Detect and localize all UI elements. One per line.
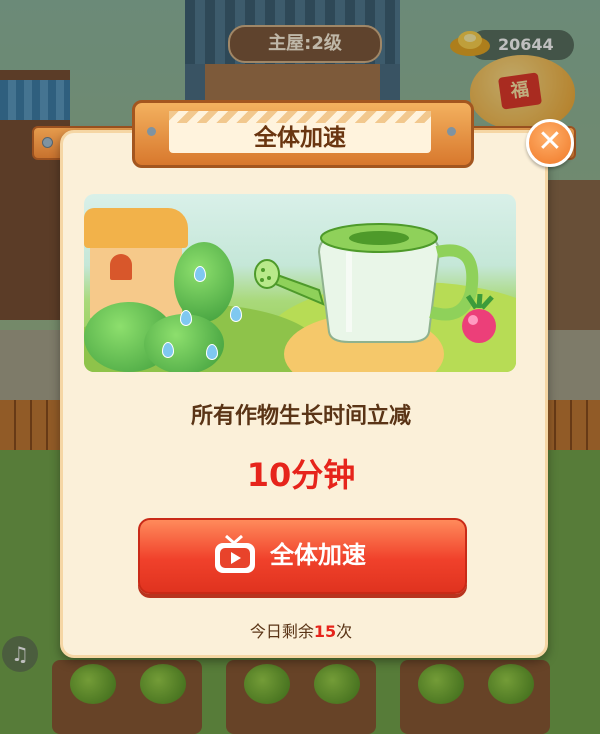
water-drop-icon [206,344,218,360]
cottage-window [110,254,132,280]
cottage-roof [84,208,188,248]
water-drop-icon [162,342,174,358]
water-drop-icon [194,266,206,282]
water-drop-icon [180,310,192,326]
tv-video-icon [215,534,255,573]
watering-can-icon [254,223,479,343]
nail-icon [42,137,53,148]
dialog-title: 全体加速 [254,125,346,151]
remaining-uses: 今日剩余15次 [60,618,542,642]
dialog-title-board: 全体加速 [132,100,474,168]
nail-icon [447,127,456,136]
title-board-inner: 全体加速 [169,111,431,153]
speedup-all-button[interactable]: 全体加速 [138,518,467,594]
water-drop-icon [230,306,242,322]
nail-icon [147,127,156,136]
remaining-prefix: 今日剩余 [249,622,314,641]
watering-can-illustration [84,194,516,372]
time-reduction-amount: 10分钟 [246,456,356,494]
radish-icon [462,294,496,343]
remaining-suffix: 次 [336,622,353,641]
effect-description: 所有作物生长时间立减 [190,404,411,429]
speedup-button-label: 全体加速 [270,541,366,569]
close-icon[interactable]: ✕ [526,119,574,167]
remaining-count: 15 [313,622,337,641]
